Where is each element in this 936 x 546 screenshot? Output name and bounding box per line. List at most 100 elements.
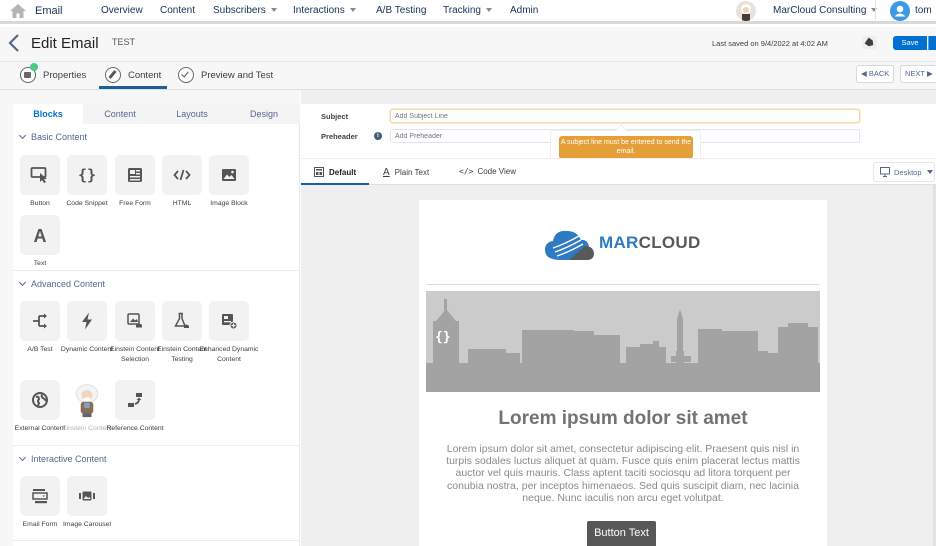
nav-ab-testing[interactable]: A/B Testing — [376, 5, 426, 16]
nav-interactions[interactable]: Interactions — [293, 5, 356, 16]
page-header: Edit Email TEST Last saved on 9/4/2022 a… — [0, 27, 936, 62]
email-body-text[interactable]: Lorem ipsum dolor sit amet, consectetur … — [437, 443, 809, 504]
email-form-icon — [32, 489, 48, 504]
tab-default[interactable]: Default — [314, 167, 356, 177]
checkmark-icon — [178, 67, 194, 83]
tab-layouts[interactable]: Layouts — [157, 109, 227, 119]
nav-overview[interactable]: Overview — [101, 5, 143, 16]
step-label: Properties — [43, 69, 87, 81]
email-canvas: MARCLOUD {} Lorem ipsum dolor sit amet L… — [419, 200, 827, 546]
nav-label: Content — [160, 5, 196, 16]
tag-button[interactable] — [862, 36, 877, 49]
code-snippet-badge: {} — [435, 330, 451, 345]
svg-text:A: A — [34, 226, 47, 245]
save-button[interactable]: Save — [893, 36, 927, 50]
block-text[interactable]: A — [20, 215, 60, 255]
block-email-form[interactable] — [20, 476, 60, 516]
nav-subscribers[interactable]: Subscribers — [213, 5, 277, 16]
skyline-image — [426, 299, 820, 392]
block-reference-content[interactable] — [115, 380, 155, 420]
section-basic-content[interactable]: Basic Content — [18, 131, 87, 142]
view-tabs: Default A Plain Text </> Code View Deskt… — [301, 158, 936, 185]
user-avatar[interactable] — [890, 1, 910, 21]
user-menu[interactable]: tom — [915, 5, 932, 16]
block-einstein-content[interactable] — [67, 380, 107, 420]
block-dynamic-content[interactable] — [67, 301, 107, 341]
block-einstein-content-selection[interactable] — [115, 301, 155, 341]
chevron-down-icon — [349, 8, 356, 13]
tab-code-view[interactable]: </> Code View — [459, 167, 516, 176]
block-image-carousel[interactable] — [67, 476, 107, 516]
pencil-icon — [105, 67, 121, 83]
nav-label: Subscribers — [213, 5, 266, 16]
block-enhanced-dynamic-content[interactable] — [209, 301, 249, 341]
section-divider — [13, 445, 300, 446]
brand-prefix: MAR — [599, 233, 639, 252]
step-content[interactable]: Content — [105, 67, 161, 83]
chevron-down-icon — [18, 131, 27, 140]
right-triangle-icon: ▶ — [926, 69, 933, 78]
tab-label: Code View — [477, 167, 516, 176]
section-interactive-content[interactable]: Interactive Content — [18, 453, 107, 464]
image-icon — [222, 169, 236, 181]
next-button[interactable]: NEXT ▶ — [900, 65, 936, 83]
nav-admin[interactable]: Admin — [510, 5, 538, 16]
email-heading[interactable]: Lorem ipsum dolor sit amet — [419, 408, 827, 430]
block-label: Image Block — [210, 200, 248, 207]
nav-tracking[interactable]: Tracking — [443, 5, 492, 16]
page-title: Edit Email — [31, 35, 99, 52]
brand-logo[interactable]: MARCLOUD — [539, 224, 709, 264]
back-chevron-icon[interactable] — [7, 34, 21, 52]
preheader-label: Preheader — [321, 132, 358, 141]
last-saved-status: Last saved on 9/4/2022 at 4:02 AM — [712, 39, 828, 48]
panel-tabs: Blocks Content Layouts Design — [13, 104, 300, 125]
nav-content[interactable]: Content — [160, 5, 195, 16]
block-external-content[interactable] — [20, 380, 60, 420]
info-icon[interactable]: i — [374, 132, 382, 140]
back-label: BACK — [868, 69, 890, 78]
home-icon[interactable] — [10, 4, 26, 18]
back-button[interactable]: ◀ BACK — [856, 65, 895, 83]
step-label: Preview and Test — [201, 69, 274, 81]
block-button[interactable] — [20, 155, 60, 195]
org-name: MarCloud Consulting — [773, 5, 867, 16]
subject-label: Subject — [321, 112, 349, 121]
org-switcher[interactable]: MarCloud Consulting — [773, 5, 878, 16]
step-properties[interactable]: Properties — [20, 63, 87, 83]
block-code-snippet[interactable]: {} — [67, 155, 107, 195]
block-einstein-content-testing[interactable] — [162, 301, 202, 341]
svg-text:{}: {} — [78, 166, 96, 184]
email-cta-button[interactable]: Button Text — [587, 521, 656, 546]
text-format-icon: A — [383, 167, 390, 178]
save-menu-button[interactable] — [928, 36, 936, 50]
nav-label: Interactions — [293, 5, 345, 16]
chevron-down-icon — [18, 278, 27, 287]
section-advanced-content[interactable]: Advanced Content — [18, 278, 105, 289]
app-name: Email — [35, 5, 63, 17]
editor-area: Subject Preheader i A subject line must … — [301, 90, 936, 546]
tab-blocks[interactable]: Blocks — [13, 109, 83, 119]
block-ab-test[interactable] — [20, 301, 60, 341]
next-label: NEXT — [905, 69, 925, 78]
tab-content[interactable]: Content — [85, 109, 155, 119]
block-image[interactable] — [209, 155, 249, 195]
hero-image[interactable]: {} — [426, 291, 820, 392]
tab-design[interactable]: Design — [229, 109, 299, 119]
tab-plain-text[interactable]: A Plain Text — [383, 167, 429, 178]
subject-input[interactable] — [390, 109, 860, 123]
org-avatar[interactable] — [736, 1, 756, 21]
block-free-form[interactable] — [115, 155, 155, 195]
einstein-avatar-icon — [741, 4, 751, 21]
ab-test-icon — [33, 313, 47, 329]
blocks-library: Blocks Content Layouts Design Basic Cont… — [13, 104, 300, 546]
check-badge-icon — [30, 63, 38, 71]
globe-icon — [32, 392, 48, 408]
block-html[interactable] — [162, 155, 202, 195]
device-selector[interactable]: Desktop — [873, 162, 935, 182]
step-navigation: Properties Content Preview and Test ◀ BA… — [0, 62, 936, 90]
validation-message: A subject line must be entered to send t… — [559, 136, 693, 159]
carousel-icon — [79, 491, 95, 501]
step-preview-and-test[interactable]: Preview and Test — [178, 67, 273, 83]
tab-label: Plain Text — [394, 168, 430, 177]
einstein-avatar-icon — [75, 384, 99, 418]
